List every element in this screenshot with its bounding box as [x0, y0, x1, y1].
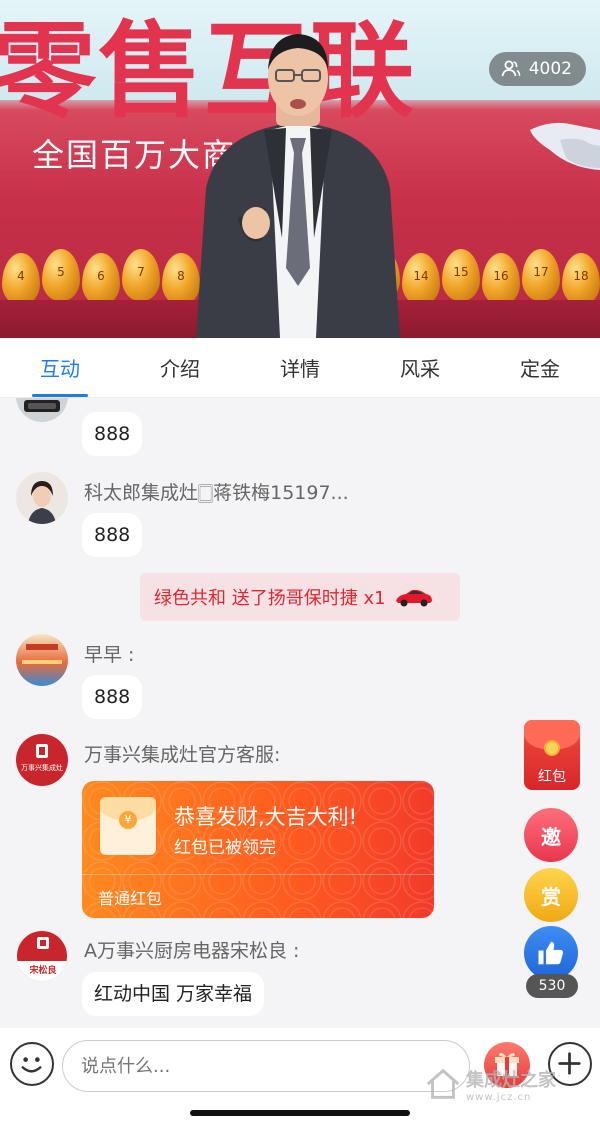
like-count: 530: [526, 974, 578, 998]
golden-egg: 16: [482, 253, 520, 305]
reward-label: 赏: [541, 884, 561, 909]
chat-input[interactable]: [62, 1040, 470, 1092]
red-packet-status: 红包已被领完: [174, 838, 276, 858]
watermark-sub: www.jcz.cn: [466, 1091, 532, 1103]
svg-text:宋松良: 宋松良: [28, 964, 56, 976]
emoji-button[interactable]: [10, 1042, 54, 1086]
chat-username: 科太郎集成灶🀆蒋铁梅15197...: [84, 482, 349, 504]
viewer-count: 4002: [528, 59, 572, 79]
avatar[interactable]: 宋松良: [16, 930, 68, 982]
reward-button[interactable]: 赏: [524, 868, 578, 922]
invite-label: 邀: [541, 824, 561, 849]
viewer-count-badge: 4002: [488, 52, 586, 86]
tab-interaction[interactable]: 互动: [0, 338, 120, 397]
golden-egg: 4: [2, 253, 40, 305]
tab-details[interactable]: 详情: [240, 338, 360, 397]
chat-username: A万事兴厨房电器宋松良 :: [84, 940, 300, 962]
chat-message: 888: [82, 513, 143, 557]
golden-egg: 6: [82, 253, 120, 305]
golden-egg: 5: [42, 249, 80, 301]
viewers-icon: [501, 60, 521, 77]
house-icon: [426, 1068, 460, 1099]
smiley-icon: [21, 1057, 42, 1073]
watermark-text: 集成灶之家: [466, 1069, 556, 1091]
guest-hand: [530, 122, 600, 170]
red-packet-icon: ¥: [100, 797, 156, 855]
golden-egg: 18: [562, 253, 600, 305]
tab-intro[interactable]: 介绍: [120, 338, 240, 397]
tab-deposit[interactable]: 定金: [480, 338, 600, 397]
site-watermark: 集成灶之家 www.jcz.cn: [424, 1062, 594, 1106]
avatar[interactable]: [16, 472, 68, 524]
chat-username: 早早 :: [84, 644, 135, 666]
avatar[interactable]: 万事兴集成灶: [16, 734, 68, 786]
svg-text:万事兴集成灶: 万事兴集成灶: [21, 763, 63, 772]
sports-car-icon: [395, 589, 432, 607]
gift-notice-text: 绿色共和 送了扬哥保时捷 x1: [154, 588, 386, 609]
golden-egg: 7: [122, 249, 160, 301]
invite-button[interactable]: 邀: [524, 808, 578, 862]
tab-gallery[interactable]: 风采: [360, 338, 480, 397]
chat-message: 888: [82, 412, 143, 456]
home-indicator[interactable]: [190, 1110, 410, 1116]
tab-bar: 互动 介绍 详情 风采 定金: [0, 338, 600, 398]
gift-notice: 绿色共和 送了扬哥保时捷 x1: [140, 573, 460, 621]
chat-username: 万事兴集成灶官方客服:: [84, 744, 281, 766]
live-video[interactable]: 零售互联 全国百万大商会 4567891415161718: [0, 0, 600, 338]
like-button[interactable]: [524, 926, 578, 980]
divider: [82, 874, 434, 875]
golden-egg: 15: [442, 249, 480, 301]
chat-feed[interactable]: 888 科太郎集成灶🀆蒋铁梅15197... 888 绿色共和 送了扬哥保时捷 …: [0, 398, 600, 1028]
red-packet-type: 普通红包: [98, 889, 163, 908]
avatar[interactable]: [16, 398, 68, 422]
presenter-figure: [196, 34, 400, 338]
thumbs-up-icon: [538, 941, 563, 965]
avatar[interactable]: [16, 634, 68, 686]
red-packet-button-label: 红包: [538, 769, 566, 785]
red-packet-title: 恭喜发财,大吉大利!: [174, 805, 358, 829]
live-room-page: 零售互联 全国百万大商会 4567891415161718: [0, 0, 600, 1126]
red-packet-button[interactable]: 红包: [524, 720, 580, 790]
red-packet-card[interactable]: ¥ 恭喜发财,大吉大利! 红包已被领完 普通红包: [82, 781, 434, 918]
chat-message: 红动中国 万家幸福: [82, 972, 265, 1016]
golden-egg: 17: [522, 249, 560, 301]
chat-message: 888: [82, 675, 143, 719]
